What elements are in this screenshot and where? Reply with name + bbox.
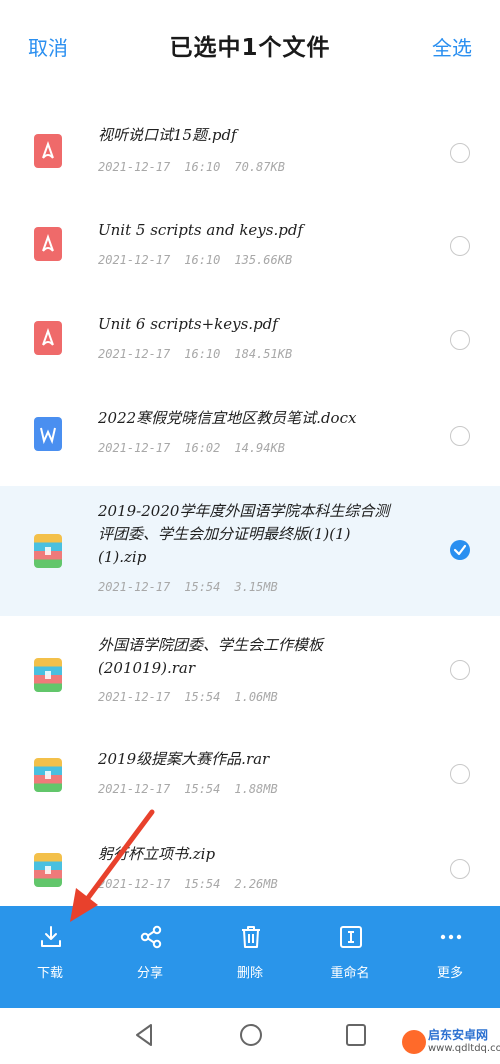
file-meta: 2021-12-17 16:02 14.94KB xyxy=(98,441,285,455)
rename-icon xyxy=(340,926,362,948)
file-meta: 2021-12-17 15:54 2.26MB xyxy=(98,877,278,891)
watermark-logo-icon xyxy=(402,1030,426,1054)
share-button[interactable]: 分享 xyxy=(110,906,190,1008)
pdf-file-icon xyxy=(34,134,62,168)
file-row[interactable]: 视听说口试15题.pdf 2021-12-17 16:10 70.87KB xyxy=(0,96,500,191)
action-toolbar: 下载 分享 删除 重命名 更多 xyxy=(0,906,500,1008)
rename-button[interactable]: 重命名 xyxy=(310,906,390,1008)
pdf-file-icon xyxy=(34,227,62,261)
select-radio[interactable] xyxy=(450,426,470,446)
archive-file-icon xyxy=(34,758,62,792)
file-row[interactable]: 2019级提案大赛作品.rar 2021-12-17 15:54 1.88MB xyxy=(0,726,500,821)
select-radio[interactable] xyxy=(450,660,470,680)
select-radio[interactable] xyxy=(450,859,470,879)
delete-button[interactable]: 删除 xyxy=(210,906,290,1008)
file-name: Unit 6 scripts+keys.pdf xyxy=(98,315,278,333)
watermark-logo: 启东安卓网 www.qdltdq.com xyxy=(400,1026,500,1060)
more-icon xyxy=(440,934,462,940)
select-radio[interactable] xyxy=(450,236,470,256)
file-meta: 2021-12-17 15:54 1.88MB xyxy=(98,782,278,796)
back-nav-icon[interactable] xyxy=(132,1022,156,1048)
file-row[interactable]: 2022寒假党晓信宜地区教员笔试.docx 2021-12-17 16:02 14.… xyxy=(0,379,500,475)
more-button[interactable]: 更多 xyxy=(410,906,490,1008)
file-row[interactable]: 外国语学院团委、学生会工作模板(201019).rar 2021-12-17 15… xyxy=(0,616,500,726)
file-meta: 2021-12-17 16:10 184.51KB xyxy=(98,347,293,361)
download-label: 下载 xyxy=(36,966,63,981)
checkmark-icon xyxy=(453,544,467,556)
select-radio[interactable] xyxy=(450,330,470,350)
archive-file-icon xyxy=(34,534,62,568)
top-bar: 取消 已选中1个文件 全选 xyxy=(0,0,500,96)
select-radio[interactable] xyxy=(450,764,470,784)
file-meta: 2021-12-17 16:10 135.66KB xyxy=(98,253,293,267)
file-row[interactable]: 躬行杯立项书.zip 2021-12-17 15:54 2.26MB xyxy=(0,821,500,906)
watermark-name: 启东安卓网 xyxy=(428,1028,489,1042)
archive-file-icon xyxy=(34,853,62,887)
file-row-selected[interactable]: 2019-2020学年度外国语学院本科生综合测评团委、学生会加分证明最终版(1)… xyxy=(0,486,500,616)
watermark-url: www.qdltdq.com xyxy=(428,1043,500,1054)
share-icon xyxy=(140,925,162,949)
file-meta: 2021-12-17 16:10 70.87KB xyxy=(98,160,285,174)
file-name: 2022寒假党晓信宜地区教员笔试.docx xyxy=(98,409,357,427)
file-meta: 2021-12-17 15:54 1.06MB xyxy=(98,690,278,704)
file-name: 2019级提案大赛作品.rar xyxy=(98,750,270,768)
trash-icon xyxy=(242,926,260,948)
download-button[interactable]: 下载 xyxy=(10,906,90,1008)
file-meta: 2021-12-17 15:54 3.15MB xyxy=(98,580,278,594)
archive-file-icon xyxy=(34,658,62,692)
delete-label: 删除 xyxy=(236,966,263,981)
file-name: 2019-2020学年度外国语学院本科生综合测评团委、学生会加分证明最终版(1)… xyxy=(98,502,390,566)
file-name: 躬行杯立项书.zip xyxy=(98,845,216,863)
file-name: Unit 5 scripts and keys.pdf xyxy=(98,221,304,239)
download-icon xyxy=(41,926,61,947)
page-title: 已选中1个文件 xyxy=(169,35,331,61)
file-name: 外国语学院团委、学生会工作模板(201019).rar xyxy=(98,636,324,677)
rename-label: 重命名 xyxy=(330,966,370,981)
pdf-file-icon xyxy=(34,321,62,355)
select-all-button[interactable]: 全选 xyxy=(432,32,472,61)
recents-nav-icon[interactable] xyxy=(344,1022,368,1048)
file-row[interactable]: Unit 5 scripts and keys.pdf 2021-12-17 16… xyxy=(0,191,500,285)
file-name: 视听说口试15题.pdf xyxy=(98,126,237,144)
more-label: 更多 xyxy=(436,966,463,981)
select-radio-checked[interactable] xyxy=(450,540,470,560)
share-label: 分享 xyxy=(136,966,163,981)
file-row[interactable]: Unit 6 scripts+keys.pdf 2021-12-17 16:10 1… xyxy=(0,285,500,379)
word-file-icon xyxy=(34,417,62,451)
select-radio[interactable] xyxy=(450,143,470,163)
home-nav-icon[interactable] xyxy=(238,1022,264,1048)
